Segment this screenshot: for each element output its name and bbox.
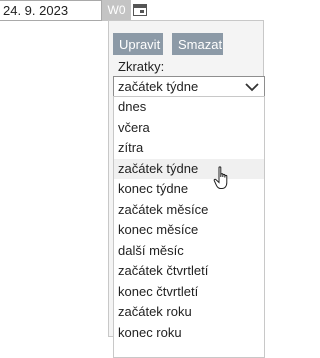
edit-button[interactable]: Upravit [113, 33, 163, 55]
shortcut-option[interactable]: konec měsíce [114, 220, 264, 241]
shortcut-option[interactable]: konec roku [114, 323, 264, 344]
shortcut-option[interactable]: začátek měsíce [114, 200, 264, 221]
shortcut-option[interactable]: konec týdne [114, 179, 264, 200]
shortcut-option[interactable]: další měsíc [114, 241, 264, 262]
delete-button[interactable]: Smazat [172, 33, 223, 55]
shortcut-option[interactable]: konec čtvrtletí [114, 282, 264, 303]
chevron-down-icon [245, 83, 259, 92]
shortcuts-option-list: dnes včera zítra začátek týdne konec týdne za… [113, 96, 265, 358]
shortcut-option[interactable]: dnes [114, 97, 264, 118]
hand-pointer-icon [213, 166, 228, 189]
shortcuts-select[interactable]: začátek týdne [113, 76, 265, 97]
calendar-icon[interactable] [133, 4, 147, 16]
week-badge: W0 [102, 0, 131, 21]
shortcuts-select-value: začátek týdne [118, 79, 199, 94]
shortcut-option[interactable]: začátek roku [114, 302, 264, 323]
date-input[interactable]: 24. 9. 2023 [0, 0, 102, 21]
shortcuts-label: Zkratky: [118, 59, 165, 74]
shortcut-option[interactable]: začátek čtvrtletí [114, 261, 264, 282]
shortcut-option[interactable]: začátek týdne [114, 158, 264, 179]
shortcut-option[interactable]: včera [114, 118, 264, 139]
shortcuts-panel: Upravit Smazat Zkratky: začátek týdne dn… [108, 20, 265, 358]
shortcut-option[interactable]: zítra [114, 138, 264, 159]
